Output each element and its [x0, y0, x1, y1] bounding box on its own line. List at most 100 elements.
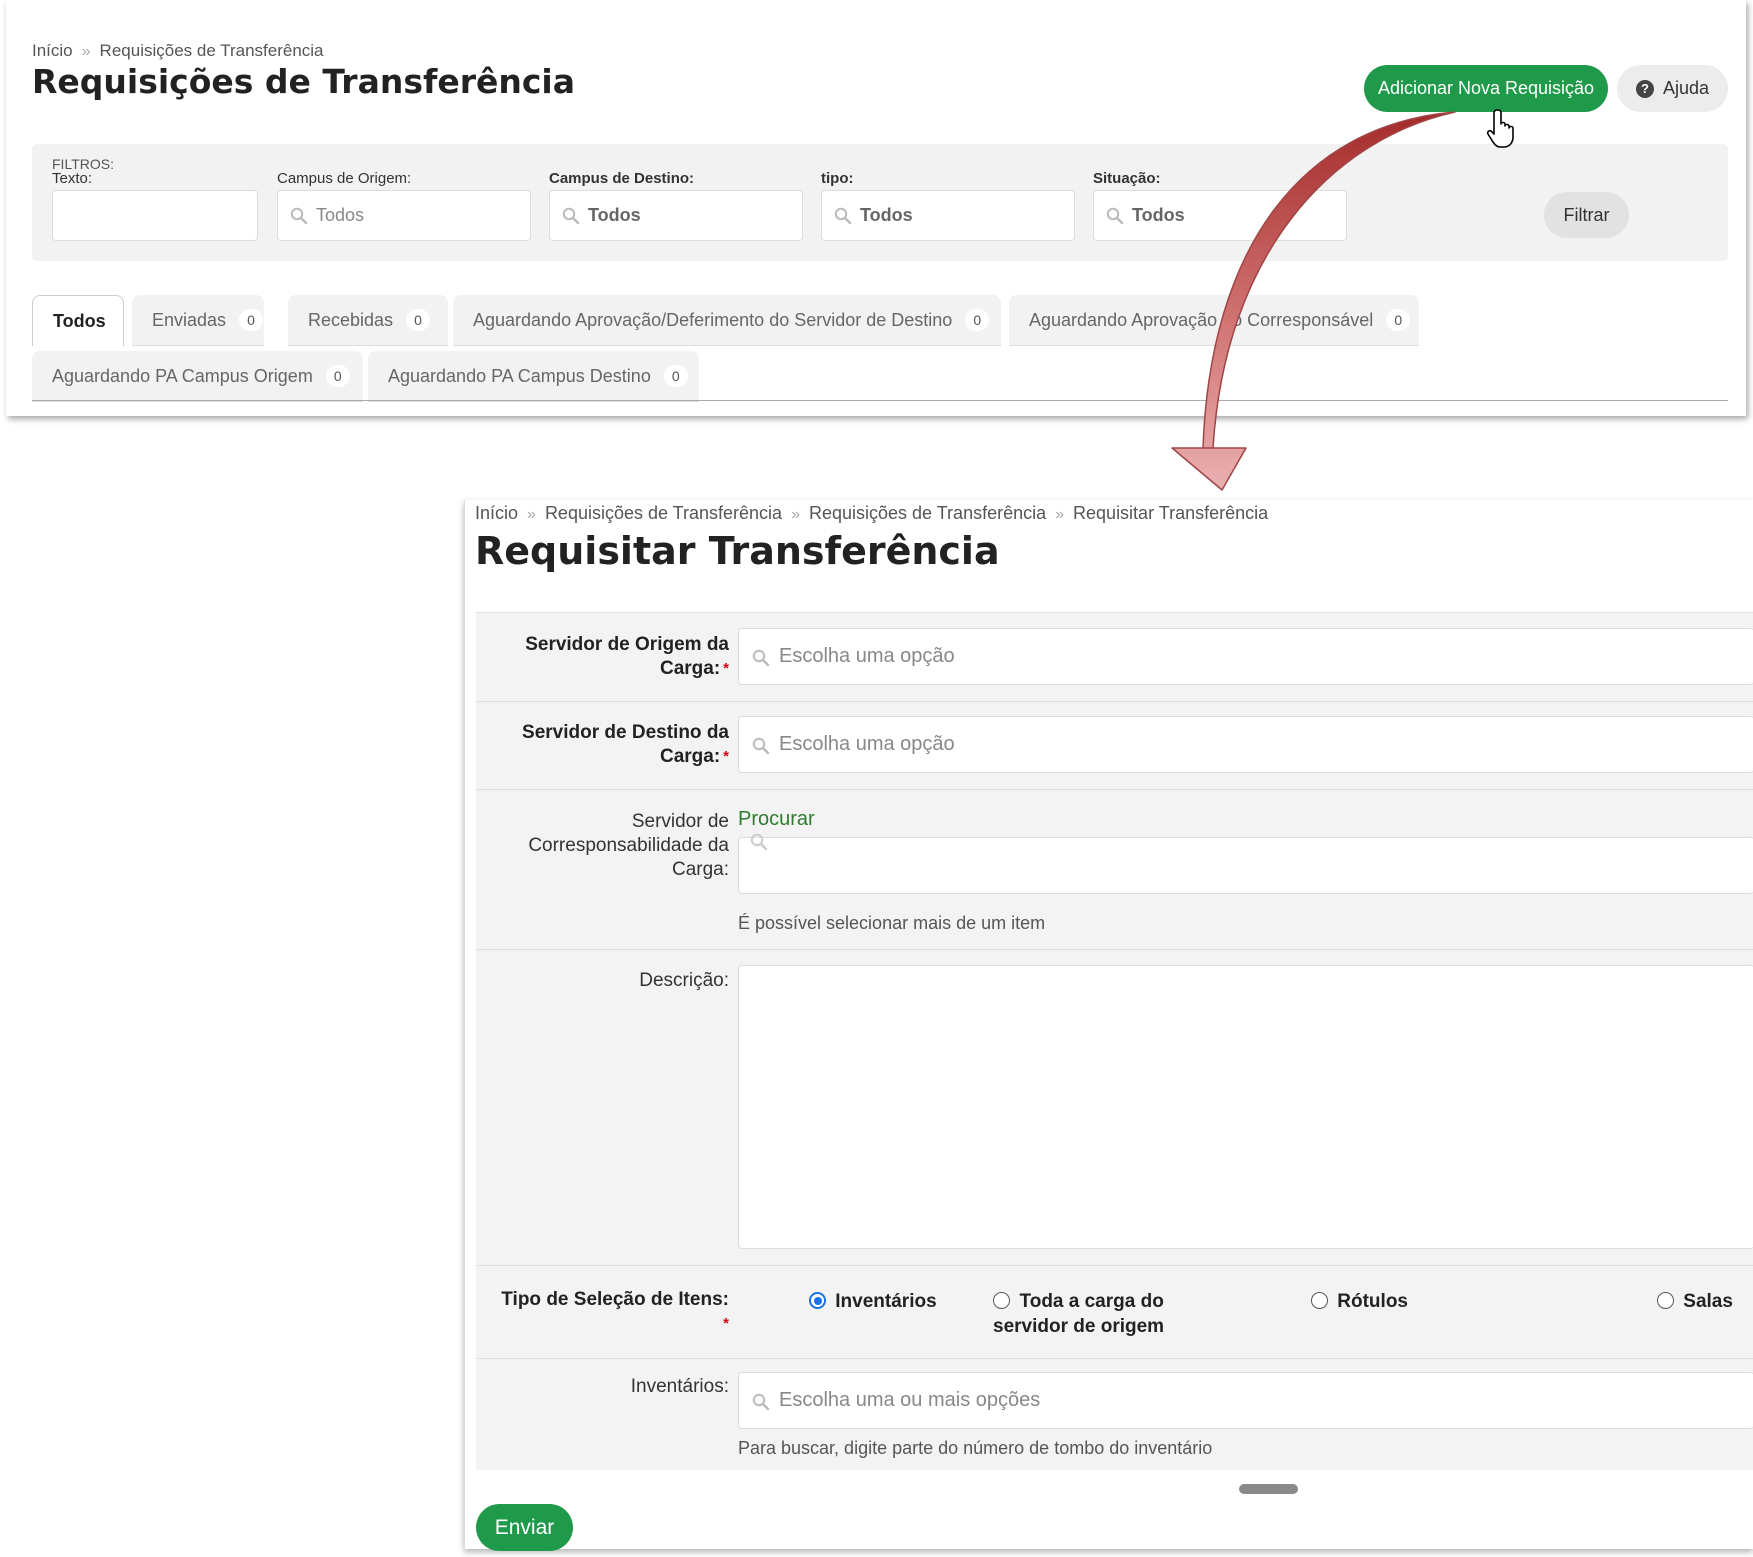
destino-label-line1: Servidor de Destino da	[522, 722, 729, 743]
radio-unchecked-icon	[1311, 1292, 1328, 1309]
tab-recebidas[interactable]: Recebidas 0	[288, 295, 448, 346]
tab-label: Aguardando Aprovação do Corresponsável	[1029, 309, 1374, 330]
horizontal-scrollbar-handle[interactable]	[1239, 1484, 1298, 1494]
filter-campus-destino-value: Todos	[588, 205, 641, 225]
tab-todos[interactable]: Todos	[32, 295, 124, 346]
filter-campus-destino-select[interactable]: Todos	[549, 190, 803, 241]
radio-inventarios-label: Inventários	[835, 1291, 937, 1312]
row-divider	[476, 1358, 1753, 1359]
filter-tipo-value: Todos	[860, 205, 913, 225]
origem-label-line1: Servidor de Origem da	[525, 634, 729, 655]
corr-label-line1: Servidor de	[631, 811, 729, 832]
filter-button[interactable]: Filtrar	[1544, 192, 1629, 238]
inventarios-help-text: Para buscar, digite parte do número de t…	[738, 1438, 1213, 1458]
tab-aguardando-pa-origem[interactable]: Aguardando PA Campus Origem 0	[32, 351, 363, 402]
breadcrumb-link-requisicoes[interactable]: Requisições de Transferência	[545, 503, 782, 523]
submit-button[interactable]: Enviar	[476, 1504, 573, 1551]
radio-unchecked-icon	[1657, 1292, 1674, 1309]
filter-text-input[interactable]	[52, 190, 258, 241]
filter-text-label: Texto:	[52, 170, 93, 187]
tab-label: Aguardando PA Campus Destino	[388, 365, 651, 386]
tab-count-badge: 0	[1386, 309, 1411, 331]
help-button[interactable]: ? Ajuda	[1617, 65, 1728, 112]
filter-campus-destino-label: Campus de Destino:	[549, 170, 695, 187]
tab-label: Enviadas	[152, 309, 227, 330]
filters-panel: FILTROS: Texto: Campus de Origem: Todos …	[32, 144, 1728, 261]
breadcrumb-separator-icon: »	[527, 506, 536, 523]
question-circle-icon: ?	[1635, 79, 1654, 98]
destino-field-label: Servidor de Destino da Carga: *	[522, 721, 729, 769]
page-title: Requisitar Transferência	[475, 529, 1000, 573]
tab-enviadas[interactable]: Enviadas 0	[132, 295, 264, 346]
tab-count-badge: 0	[965, 309, 990, 331]
row-divider	[476, 1265, 1753, 1266]
help-button-label: Ajuda	[1662, 78, 1710, 98]
request-transfer-form-page: Início » Requisições de Transferência » Requ…	[464, 500, 1753, 1551]
radio-unchecked-icon	[993, 1292, 1011, 1309]
origem-server-select[interactable]: Escolha uma opção	[738, 628, 1753, 685]
descricao-field-label: Descrição:	[639, 970, 729, 991]
radio-inventarios[interactable]: Inventários	[809, 1289, 937, 1314]
destino-label-line2: Carga:	[659, 746, 721, 767]
search-icon	[834, 207, 852, 225]
filter-campus-origem-value: Todos	[316, 205, 365, 225]
filter-campus-origem-select[interactable]: Todos	[277, 190, 531, 241]
radio-rotulos-label: Rótulos	[1337, 1291, 1408, 1312]
tabs-divider	[32, 400, 1728, 401]
radio-toda-carga-label-line2: servidor de origem	[993, 1316, 1165, 1337]
radio-rotulos[interactable]: Rótulos	[1311, 1289, 1408, 1314]
corr-label-line3: Carga:	[671, 859, 729, 880]
tab-count-badge: 0	[406, 309, 431, 331]
tab-aguardando-servidor-destino[interactable]: Aguardando Aprovação/Deferimento do Serv…	[453, 295, 1001, 346]
filter-situacao-value: Todos	[1132, 205, 1185, 225]
breadcrumb: Início » Requisições de Transferência » Requ…	[475, 503, 1268, 524]
add-new-request-button[interactable]: Adicionar Nova Requisição	[1364, 65, 1608, 112]
radio-salas[interactable]: Salas	[1657, 1289, 1733, 1314]
filter-campus-origem-label: Campus de Origem:	[277, 170, 412, 187]
corresponsabilidade-field-label: Servidor de Corresponsabilidade da Carga…	[528, 810, 729, 882]
tab-aguardando-corresponsavel[interactable]: Aguardando Aprovação do Corresponsável 0	[1009, 295, 1419, 346]
row-divider	[476, 701, 1753, 702]
filter-situacao-select[interactable]: Todos	[1093, 190, 1347, 241]
inventarios-placeholder: Escolha uma ou mais opções	[779, 1389, 1041, 1411]
radio-toda-carga-label-line1: Toda a carga do	[1019, 1291, 1164, 1312]
breadcrumb-link-inicio[interactable]: Início	[32, 41, 73, 60]
corresponsabilidade-search-link[interactable]: Procurar	[738, 808, 815, 831]
search-icon	[752, 648, 770, 666]
inventarios-field-label: Inventários:	[630, 1376, 729, 1397]
tipo-selecao-label-text: Tipo de Seleção de Itens:	[501, 1289, 729, 1310]
corr-label-line2: Corresponsabilidade da	[528, 835, 729, 856]
inventarios-multiselect[interactable]: Escolha uma ou mais opções	[738, 1372, 1753, 1429]
tab-label: Todos	[53, 310, 106, 331]
search-icon	[562, 207, 580, 225]
required-marker: *	[723, 1315, 729, 1332]
corresponsabilidade-help-text: É possível selecionar mais de um item	[738, 913, 1046, 933]
origem-field-label: Servidor de Origem da Carga: *	[525, 633, 729, 681]
tab-label: Aguardando PA Campus Origem	[52, 365, 313, 386]
search-icon	[1106, 207, 1124, 225]
radio-toda-carga[interactable]: Toda a carga do servidor de origem	[993, 1289, 1164, 1339]
search-icon	[290, 207, 308, 225]
destino-server-select[interactable]: Escolha uma opção	[738, 716, 1753, 773]
breadcrumb-link-requisicoes-2[interactable]: Requisições de Transferência	[809, 503, 1046, 523]
row-divider	[476, 789, 1753, 790]
breadcrumb-separator-icon: »	[1055, 506, 1065, 523]
filter-tipo-label: tipo:	[821, 170, 854, 187]
transfer-requests-list-page: Início » Requisições de Transferência Requ…	[6, 0, 1746, 416]
radio-checked-icon	[809, 1292, 826, 1309]
tab-count-badge: 0	[663, 365, 688, 387]
tab-label: Recebidas	[308, 309, 394, 330]
tab-count-badge: 0	[239, 309, 264, 331]
breadcrumb-separator-icon: »	[791, 506, 800, 523]
breadcrumb-separator-icon: »	[81, 43, 91, 60]
required-marker: *	[723, 748, 729, 765]
transfer-form: Servidor de Origem da Carga: * Escolha um…	[476, 612, 1753, 1470]
destino-placeholder: Escolha uma opção	[779, 733, 955, 755]
breadcrumb-current: Requisitar Transferência	[1073, 503, 1269, 523]
descricao-textarea[interactable]	[738, 965, 1753, 1249]
corresponsabilidade-multiselect[interactable]	[738, 837, 1753, 894]
tab-aguardando-pa-destino[interactable]: Aguardando PA Campus Destino 0	[368, 351, 699, 402]
filter-tipo-select[interactable]: Todos	[821, 190, 1075, 241]
breadcrumb-link-inicio[interactable]: Início	[475, 503, 518, 523]
breadcrumb: Início » Requisições de Transferência	[32, 41, 324, 61]
